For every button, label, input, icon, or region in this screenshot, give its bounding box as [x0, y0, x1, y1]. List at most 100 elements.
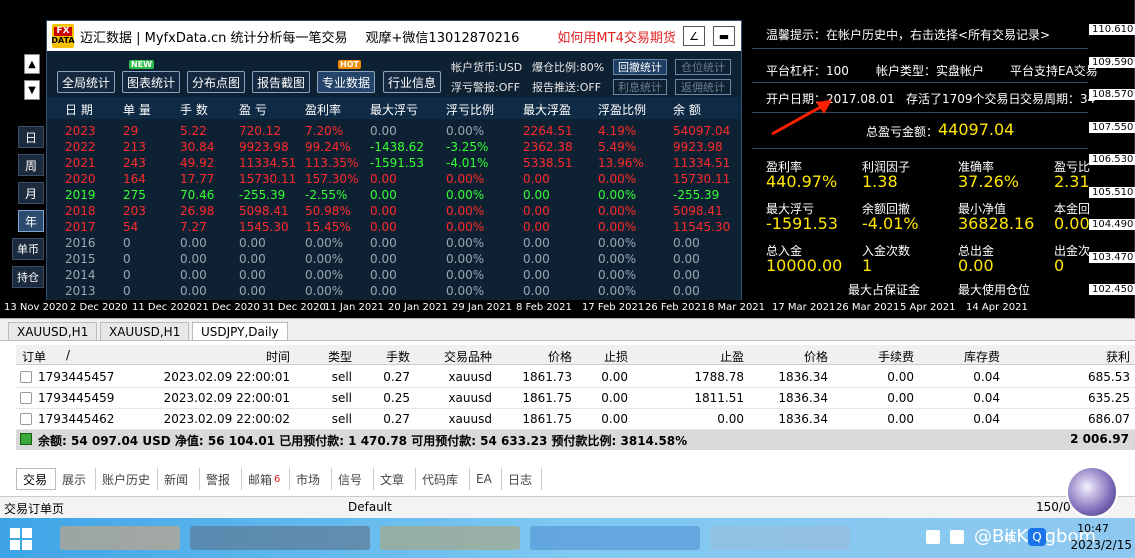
rebate-button[interactable]: 返佣统计	[675, 79, 731, 95]
terminal-tab[interactable]: 展示	[56, 468, 96, 490]
terminal-tab[interactable]: 交易	[16, 468, 56, 490]
terminal-tab[interactable]: 日志	[502, 468, 542, 490]
column-header[interactable]: 日 期	[65, 101, 93, 118]
toolbar-button[interactable]: 报告截图	[252, 71, 310, 93]
column-header[interactable]: 最大浮亏	[370, 101, 418, 118]
total-profit-value: 44097.04	[938, 120, 1015, 139]
order-row[interactable]: 1793445459 2023.02.09 22:00:01 sell 0.25 xau…	[16, 388, 1135, 409]
toolbar-button[interactable]: 图表统计 NEW	[122, 60, 180, 93]
orders-column-header[interactable]: /	[66, 348, 70, 362]
taskbar-app[interactable]	[190, 526, 370, 550]
period-1[interactable]: 日	[18, 126, 44, 148]
clock-time[interactable]: 10:47	[1068, 522, 1118, 535]
windows-start-icon[interactable]	[10, 528, 32, 550]
table-row: 2013 0 0.00 0.00 0.00% 0.00 0.00% 0.00 0.00% 0.00	[47, 284, 741, 300]
metric-value: 10000.00	[766, 256, 843, 275]
tip-text: 温馨提示：在帐户历史中，右击选择<所有交易记录>	[766, 28, 1051, 42]
terminal-tab[interactable]: 警报	[200, 468, 242, 490]
table-cell: 2018	[65, 204, 96, 218]
scroll-up-button[interactable]: ▲	[24, 54, 40, 74]
period-5[interactable]: 单币	[12, 238, 44, 260]
order-row[interactable]: 1793445457 2023.02.09 22:00:01 sell 0.27 xau…	[16, 367, 1135, 388]
toolbar-button[interactable]: 专业数据 HOT	[317, 60, 375, 93]
table-cell: 2016	[65, 236, 96, 250]
column-header[interactable]: 手 数	[180, 101, 208, 118]
period-3[interactable]: 月	[18, 182, 44, 204]
chart-tab[interactable]: USDJPY,Daily	[192, 322, 288, 341]
orders-column-header[interactable]: 获利	[1070, 348, 1130, 365]
edit-icon[interactable]: ∠	[683, 26, 705, 46]
position-button[interactable]: 仓位统计	[675, 59, 731, 75]
metric-value: 0	[1054, 256, 1065, 275]
period-6[interactable]: 持仓	[12, 266, 44, 288]
terminal-tab[interactable]: 账户历史	[96, 468, 158, 490]
toolbar-button[interactable]: 全局统计	[57, 71, 115, 93]
burst-ratio[interactable]: 爆仓比例:80%	[532, 59, 604, 75]
orders-column-header[interactable]: 手数	[350, 348, 410, 365]
table-cell: 113.35%	[305, 156, 359, 170]
table-cell: 5.22	[180, 124, 207, 138]
table-cell: 0.00%	[305, 268, 344, 282]
taskbar-app[interactable]	[710, 526, 850, 550]
orders-column-header[interactable]: 手续费	[854, 348, 914, 365]
order-cell: 685.53	[1088, 370, 1130, 384]
orders-column-header[interactable]: 止损	[568, 348, 628, 365]
time-label: 17 Feb 2021	[582, 302, 645, 313]
orders-column-header[interactable]: 交易品种	[432, 348, 492, 365]
terminal-tab[interactable]: 新闻	[158, 468, 200, 490]
network-icon[interactable]	[950, 530, 964, 544]
taskbar-app[interactable]	[380, 526, 520, 550]
period-2[interactable]: 周	[18, 154, 44, 176]
orders-column-header[interactable]: 时间	[230, 348, 290, 365]
terminal-tab[interactable]: 代码库	[416, 468, 470, 490]
scroll-down-button[interactable]: ▼	[24, 80, 40, 100]
table-cell: 2014	[65, 268, 96, 282]
period-4[interactable]: 年	[18, 210, 44, 232]
ime-indicator[interactable]: 中	[1004, 530, 1016, 547]
column-header[interactable]: 盈利率	[305, 101, 341, 118]
clock-date[interactable]: 2023/2/15	[1062, 538, 1132, 552]
taskbar-app[interactable]	[60, 526, 180, 550]
taskbar-app[interactable]	[530, 526, 700, 550]
orders-column-header[interactable]: 类型	[292, 348, 352, 365]
chart-tab[interactable]: XAUUSD,H1	[100, 322, 190, 341]
column-header[interactable]: 浮亏比例	[446, 101, 494, 118]
table-cell: 0.00%	[598, 284, 637, 298]
minimize-icon[interactable]: ▬	[713, 26, 735, 46]
interest-button[interactable]: 利息统计	[613, 79, 667, 95]
q-app-icon[interactable]: Q	[1028, 528, 1046, 546]
column-header[interactable]: 余 额	[673, 101, 701, 118]
column-header[interactable]: 单 量	[123, 101, 151, 118]
promo-link[interactable]: 如何用MT4交易期货	[557, 27, 675, 46]
table-cell: 0.00	[523, 284, 550, 298]
metric-value: 36828.16	[958, 214, 1035, 233]
table-cell: -1591.53	[370, 156, 424, 170]
volume-icon[interactable]	[926, 530, 940, 544]
table-cell: 0.00	[370, 172, 397, 186]
orders-column-header[interactable]: 价格	[768, 348, 828, 365]
toolbar-button[interactable]: 分布点图	[187, 71, 245, 93]
status-left: 交易订单页	[4, 502, 65, 516]
orders-column-header[interactable]: 价格	[512, 348, 572, 365]
report-push[interactable]: 报告推送:OFF	[532, 79, 601, 95]
chart-tab[interactable]: XAUUSD,H1	[8, 322, 98, 341]
table-cell: 0	[123, 268, 131, 282]
orders-column-header[interactable]: 订单	[22, 348, 46, 365]
drawdown-button[interactable]: 回撤统计	[613, 59, 667, 75]
float-warning[interactable]: 浮亏警报:OFF	[451, 79, 520, 95]
time-label: 31 Dec 2020	[262, 302, 326, 313]
order-row[interactable]: 1793445462 2023.02.09 22:00:02 sell 0.27 xau…	[16, 409, 1135, 430]
table-cell: 0.00	[180, 252, 207, 266]
terminal-tab[interactable]: 市场	[290, 468, 332, 490]
orders-column-header[interactable]: 库存费	[940, 348, 1000, 365]
column-header[interactable]: 盈 亏	[239, 101, 267, 118]
toolbar-button[interactable]: 行业信息	[383, 71, 441, 93]
orders-column-header[interactable]: 止盈	[684, 348, 744, 365]
terminal-tab[interactable]: 信号	[332, 468, 374, 490]
terminal-tab[interactable]: 文章	[374, 468, 416, 490]
column-header[interactable]: 最大浮盈	[523, 101, 571, 118]
column-header[interactable]: 浮盈比例	[598, 101, 646, 118]
order-cell: 686.07	[1088, 412, 1130, 426]
terminal-tab[interactable]: 邮箱 6	[242, 468, 290, 490]
terminal-tab[interactable]: EA	[470, 468, 502, 490]
